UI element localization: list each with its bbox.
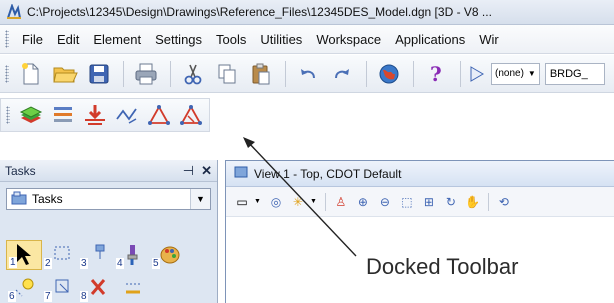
update-view-icon[interactable]: ♙ — [331, 191, 351, 213]
menu-element[interactable]: Element — [86, 32, 148, 47]
menu-workspace[interactable]: Workspace — [309, 32, 388, 47]
level-display-value: (none) — [495, 68, 524, 79]
delete-element-tool[interactable]: 8 — [78, 273, 114, 303]
tool-number: 2 — [44, 258, 52, 269]
toolbar-separator — [285, 60, 286, 87]
layers-icon[interactable] — [16, 99, 46, 131]
menu-settings[interactable]: Settings — [148, 32, 209, 47]
chevron-down-icon[interactable]: ▼ — [528, 69, 536, 78]
toolbar-separator — [123, 60, 124, 87]
menu-window[interactable]: Wir — [472, 32, 506, 47]
menu-bar: File Edit Element Settings Tools Utiliti… — [0, 25, 614, 54]
level-filter-icon[interactable] — [48, 99, 78, 131]
undo-icon[interactable] — [292, 58, 324, 90]
svg-text:?: ? — [430, 62, 442, 86]
dimension-tool[interactable] — [114, 273, 150, 303]
close-icon[interactable]: ✕ — [201, 163, 212, 179]
toolbar-separator — [366, 60, 367, 87]
view-title: View 1 - Top, CDOT Default — [254, 166, 402, 181]
tool-number: 7 — [44, 291, 52, 302]
tool-number: 8 — [80, 291, 88, 302]
menu-edit[interactable]: Edit — [50, 32, 86, 47]
title-bar: C:\Projects\12345\Design\Drawings\Refere… — [0, 0, 614, 25]
tool-number: 4 — [116, 258, 124, 269]
annotation-label: Docked Toolbar — [366, 254, 519, 279]
microstation-icon — [6, 4, 22, 20]
line-string-icon[interactable] — [112, 99, 142, 131]
standard-toolbar: ? (none) ▼ BRDG_ — [0, 55, 614, 93]
redo-icon[interactable] — [326, 58, 358, 90]
view-icon — [234, 166, 248, 181]
triangle-delete-icon[interactable] — [176, 99, 206, 131]
fit-view-icon[interactable]: ⊞ — [419, 191, 439, 213]
element-selection-tool[interactable]: 1 — [6, 240, 42, 270]
paste-icon[interactable] — [245, 58, 277, 90]
element-transform-tool[interactable]: 3 — [78, 240, 114, 270]
rotate-view-icon[interactable]: ↻ — [441, 191, 461, 213]
save-icon[interactable] — [83, 58, 115, 90]
menu-utilities[interactable]: Utilities — [253, 32, 309, 47]
copy-icon[interactable] — [211, 58, 243, 90]
pan-view-icon[interactable]: ✋ — [463, 191, 483, 213]
element-info-icon[interactable] — [80, 99, 110, 131]
triangle-icon[interactable] — [144, 99, 174, 131]
tasks-selector[interactable]: Tasks ▼ — [6, 188, 211, 210]
view-title-bar: View 1 - Top, CDOT Default — [226, 161, 614, 187]
view-toolbar-separator — [487, 192, 489, 211]
active-level-field[interactable]: BRDG_ — [544, 62, 605, 85]
window-title: C:\Projects\12345\Design\Drawings\Refere… — [27, 5, 492, 19]
zoom-out-icon[interactable]: ⊖ — [375, 191, 395, 213]
toolbar-separator — [460, 60, 461, 87]
menu-applications[interactable]: Applications — [388, 32, 472, 47]
view-attributes-icon[interactable]: ▭ — [232, 191, 252, 213]
tool-number: 6 — [8, 291, 16, 302]
docked-toolbar-area — [0, 94, 614, 154]
task-tool-grid: 1 2 3 4 5 6 7 8 — [6, 240, 212, 303]
view-window: View 1 - Top, CDOT Default ▭ ▼ ◎ ✳ ▼ ♙ ⊕… — [225, 160, 614, 303]
docked-toolbar — [0, 98, 210, 132]
chevron-down-icon[interactable]: ▼ — [254, 198, 261, 205]
fence-tool[interactable]: 7 — [42, 273, 78, 303]
window-area-icon[interactable]: ⬚ — [397, 191, 417, 213]
lighting-icon[interactable]: ✳ — [288, 191, 308, 213]
print-icon[interactable] — [130, 58, 162, 90]
selection-box-tool[interactable]: 2 — [42, 240, 78, 270]
paint-brush-tool[interactable]: 4 — [114, 240, 150, 270]
pin-icon[interactable]: ⊣ — [183, 163, 194, 179]
menu-file[interactable]: File — [15, 32, 50, 47]
zoom-in-icon[interactable]: ⊕ — [353, 191, 373, 213]
display-style-icon[interactable]: ◎ — [266, 191, 286, 213]
palette-tool[interactable]: 5 — [150, 240, 186, 270]
chevron-down-icon[interactable]: ▼ — [310, 198, 317, 205]
menu-tools[interactable]: Tools — [209, 32, 253, 47]
toolbar-grip[interactable] — [5, 64, 9, 83]
new-file-icon[interactable] — [15, 58, 47, 90]
lightbulb-tool[interactable]: 6 — [6, 273, 42, 303]
toolbar-separator — [413, 60, 414, 87]
open-folder-icon[interactable] — [49, 58, 81, 90]
docked-toolbar-grip[interactable] — [6, 106, 10, 124]
tasks-header: Tasks ⊣ ✕ — [0, 160, 217, 182]
globe-icon[interactable] — [373, 58, 405, 90]
level-display-combo[interactable]: (none) ▼ — [491, 62, 540, 85]
tasks-panel: Tasks ⊣ ✕ Tasks ▼ 1 2 3 4 5 6 7 8 — [0, 160, 218, 303]
tool-number: 5 — [152, 258, 160, 269]
toolbar-separator — [170, 60, 171, 87]
help-icon[interactable]: ? — [420, 58, 452, 90]
tool-number: 3 — [80, 258, 88, 269]
view-previous-icon[interactable]: ⟲ — [494, 191, 514, 213]
tasks-selector-icon — [11, 191, 27, 208]
tool-number: 1 — [9, 257, 17, 268]
menu-grip[interactable] — [5, 30, 9, 48]
level-display-icon[interactable] — [467, 58, 487, 90]
cut-icon[interactable] — [177, 58, 209, 90]
chevron-down-icon[interactable]: ▼ — [190, 189, 210, 209]
tasks-title: Tasks — [5, 163, 36, 178]
tasks-selector-label: Tasks — [32, 192, 63, 206]
view-toolbar: ▭ ▼ ◎ ✳ ▼ ♙ ⊕ ⊖ ⬚ ⊞ ↻ ✋ ⟲ — [226, 187, 614, 217]
view-toolbar-separator — [324, 192, 326, 211]
